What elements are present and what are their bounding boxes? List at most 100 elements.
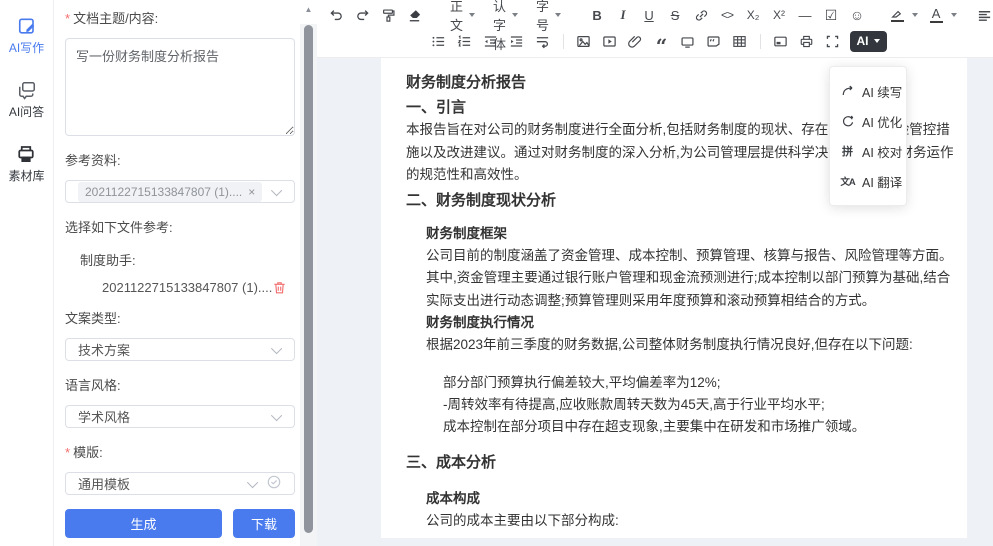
menu-item-ai-continue[interactable]: AI 续写	[830, 76, 906, 106]
highlight-color-bar	[891, 20, 904, 23]
link-button[interactable]	[689, 4, 713, 27]
doc-paragraph: 公司目前的制度涵盖了资金管理、成本控制、预算管理、核算与报告、风险管理等方面。其…	[426, 245, 960, 313]
text-wrap-button[interactable]	[531, 30, 555, 53]
download-button[interactable]: 下载	[233, 509, 295, 538]
sidebar-item-material-library[interactable]: 素材库	[8, 144, 44, 184]
doc-type-value: 技术方案	[78, 340, 274, 359]
align-button[interactable]	[972, 4, 993, 27]
menu-item-label: AI 续写	[862, 82, 902, 101]
ai-writing-icon	[17, 16, 37, 36]
template-label: *模版:	[65, 442, 295, 461]
doc-heading: 三、成本分析	[406, 451, 960, 474]
topic-input[interactable]: 写一份财务制度分析报告	[65, 38, 295, 136]
ai-dropdown-menu: AI 续写 AI 优化 拼 AI 校对 文A AI 翻译	[829, 66, 907, 206]
font-family-select[interactable]: 默认字体	[484, 4, 527, 27]
chevron-down-icon	[271, 185, 282, 196]
editor-toolbar: 正文 默认字体 字号 B I U S <> X₂	[317, 0, 993, 58]
doc-type-select[interactable]: 技术方案	[65, 338, 295, 361]
tag-close-icon[interactable]: ×	[248, 185, 255, 199]
doc-paragraph: 公司的成本主要由以下部分构成:	[426, 510, 960, 533]
check-circle-icon	[266, 474, 282, 493]
generate-button[interactable]: 生成	[65, 509, 222, 538]
doc-paragraph: 根据2023年前三季度的财务数据,公司整体财务制度执行情况良好,但存在以下问题:	[426, 334, 960, 357]
doc-subheading: 财务制度执行情况	[426, 312, 960, 334]
language-style-value: 学术风格	[78, 407, 274, 426]
form-actions: 生成 下载	[65, 509, 295, 538]
emoji-button[interactable]: ☺	[845, 4, 869, 27]
sidebar-item-ai-qa[interactable]: AI问答	[9, 80, 44, 120]
font-color-button[interactable]: A	[924, 4, 948, 27]
redo-button[interactable]	[350, 4, 374, 27]
menu-item-label: AI 翻译	[862, 172, 902, 191]
panel-layout-button[interactable]	[769, 30, 793, 53]
fullscreen-button[interactable]	[821, 30, 845, 53]
clear-format-icon[interactable]	[402, 4, 426, 27]
caret-down-icon[interactable]	[912, 13, 918, 17]
ai-optimize-icon	[840, 114, 855, 128]
scrollbar-thumb[interactable]	[304, 25, 313, 533]
sidebar-item-label: 素材库	[8, 167, 44, 184]
superscript-button[interactable]: X²	[767, 4, 791, 27]
code-block-button[interactable]	[676, 30, 700, 53]
toolbar-separator	[760, 34, 761, 49]
doc-subheading: 财务制度框架	[426, 223, 960, 245]
caret-down-icon[interactable]	[951, 13, 957, 17]
doc-list-item: 部分部门预算执行偏差较大,平均偏差率为12%;	[443, 372, 960, 394]
attachment-button[interactable]	[624, 30, 648, 53]
subscript-button[interactable]: X₂	[741, 4, 765, 27]
sidebar-item-label: AI问答	[9, 103, 44, 120]
italic-button[interactable]: I	[611, 4, 635, 27]
toolbar-separator	[563, 34, 564, 49]
reference-label: 参考资料:	[65, 150, 295, 169]
undo-button[interactable]	[324, 4, 348, 27]
reference-select[interactable]: 2021122715133847807 (1).... ×	[65, 180, 295, 203]
menu-item-ai-translate[interactable]: 文A AI 翻译	[830, 166, 906, 196]
format-painter-button[interactable]	[376, 4, 400, 27]
paragraph-style-select[interactable]: 正文	[441, 4, 484, 27]
horizontal-rule-button[interactable]: ―	[793, 4, 817, 27]
bullet-list-button[interactable]	[427, 30, 451, 53]
toolbar-row-1: 正文 默认字体 字号 B I U S <> X₂	[323, 2, 989, 28]
app-window: AI写作 AI问答 素材库 *文档主题/内容:	[0, 0, 993, 546]
annotation-button[interactable]	[702, 30, 726, 53]
library-icon	[16, 144, 36, 164]
menu-item-ai-optimize[interactable]: AI 优化	[830, 106, 906, 136]
blockquote-button[interactable]: “	[650, 30, 674, 53]
outdent-button[interactable]	[479, 30, 503, 53]
template-select[interactable]: 通用模板	[65, 472, 295, 495]
caret-down-icon	[555, 13, 561, 17]
font-size-select[interactable]: 字号	[527, 4, 570, 27]
menu-item-ai-proofread[interactable]: 拼 AI 校对	[830, 136, 906, 166]
sidebar-item-label: AI写作	[9, 39, 44, 56]
reference-tag-text: 2021122715133847807 (1)....	[85, 185, 242, 199]
file-row: 2021122715133847807 (1)....	[65, 280, 295, 295]
code-button[interactable]: <>	[715, 4, 739, 27]
delete-file-button[interactable]	[272, 280, 287, 298]
indent-button[interactable]	[505, 30, 529, 53]
insert-image-button[interactable]	[572, 30, 596, 53]
print-button[interactable]	[795, 30, 819, 53]
caret-down-icon	[874, 39, 880, 43]
bold-button[interactable]: B	[585, 4, 609, 27]
ordered-list-button[interactable]	[453, 30, 477, 53]
menu-item-label: AI 优化	[862, 112, 902, 131]
toolbar-row-2: “	[323, 28, 989, 54]
doc-list-item: -周转效率有待提高,应收账款周转天数为45天,高于行业平均水平;	[443, 394, 960, 416]
sidebar-item-ai-writing[interactable]: AI写作	[9, 16, 44, 56]
insert-video-button[interactable]	[598, 30, 622, 53]
file-ref-label: 选择如下文件参考:	[65, 217, 295, 236]
task-checkbox-button[interactable]: ☑	[819, 4, 843, 27]
menu-item-label: AI 校对	[862, 142, 902, 161]
highlight-color-button[interactable]	[885, 4, 909, 27]
ai-continue-icon	[840, 84, 855, 98]
underline-button[interactable]: U	[637, 4, 661, 27]
panel-scrollbar[interactable]: ▲	[300, 0, 317, 546]
left-nav: AI写作 AI问答 素材库	[0, 0, 54, 546]
ai-menu-button[interactable]: AI	[850, 31, 887, 52]
scrollbar-up-arrow[interactable]: ▲	[300, 0, 317, 24]
insert-table-button[interactable]	[728, 30, 752, 53]
strikethrough-button[interactable]: S	[663, 4, 687, 27]
required-asterisk: *	[65, 11, 70, 26]
chat-icon	[17, 80, 37, 100]
language-style-select[interactable]: 学术风格	[65, 405, 295, 428]
